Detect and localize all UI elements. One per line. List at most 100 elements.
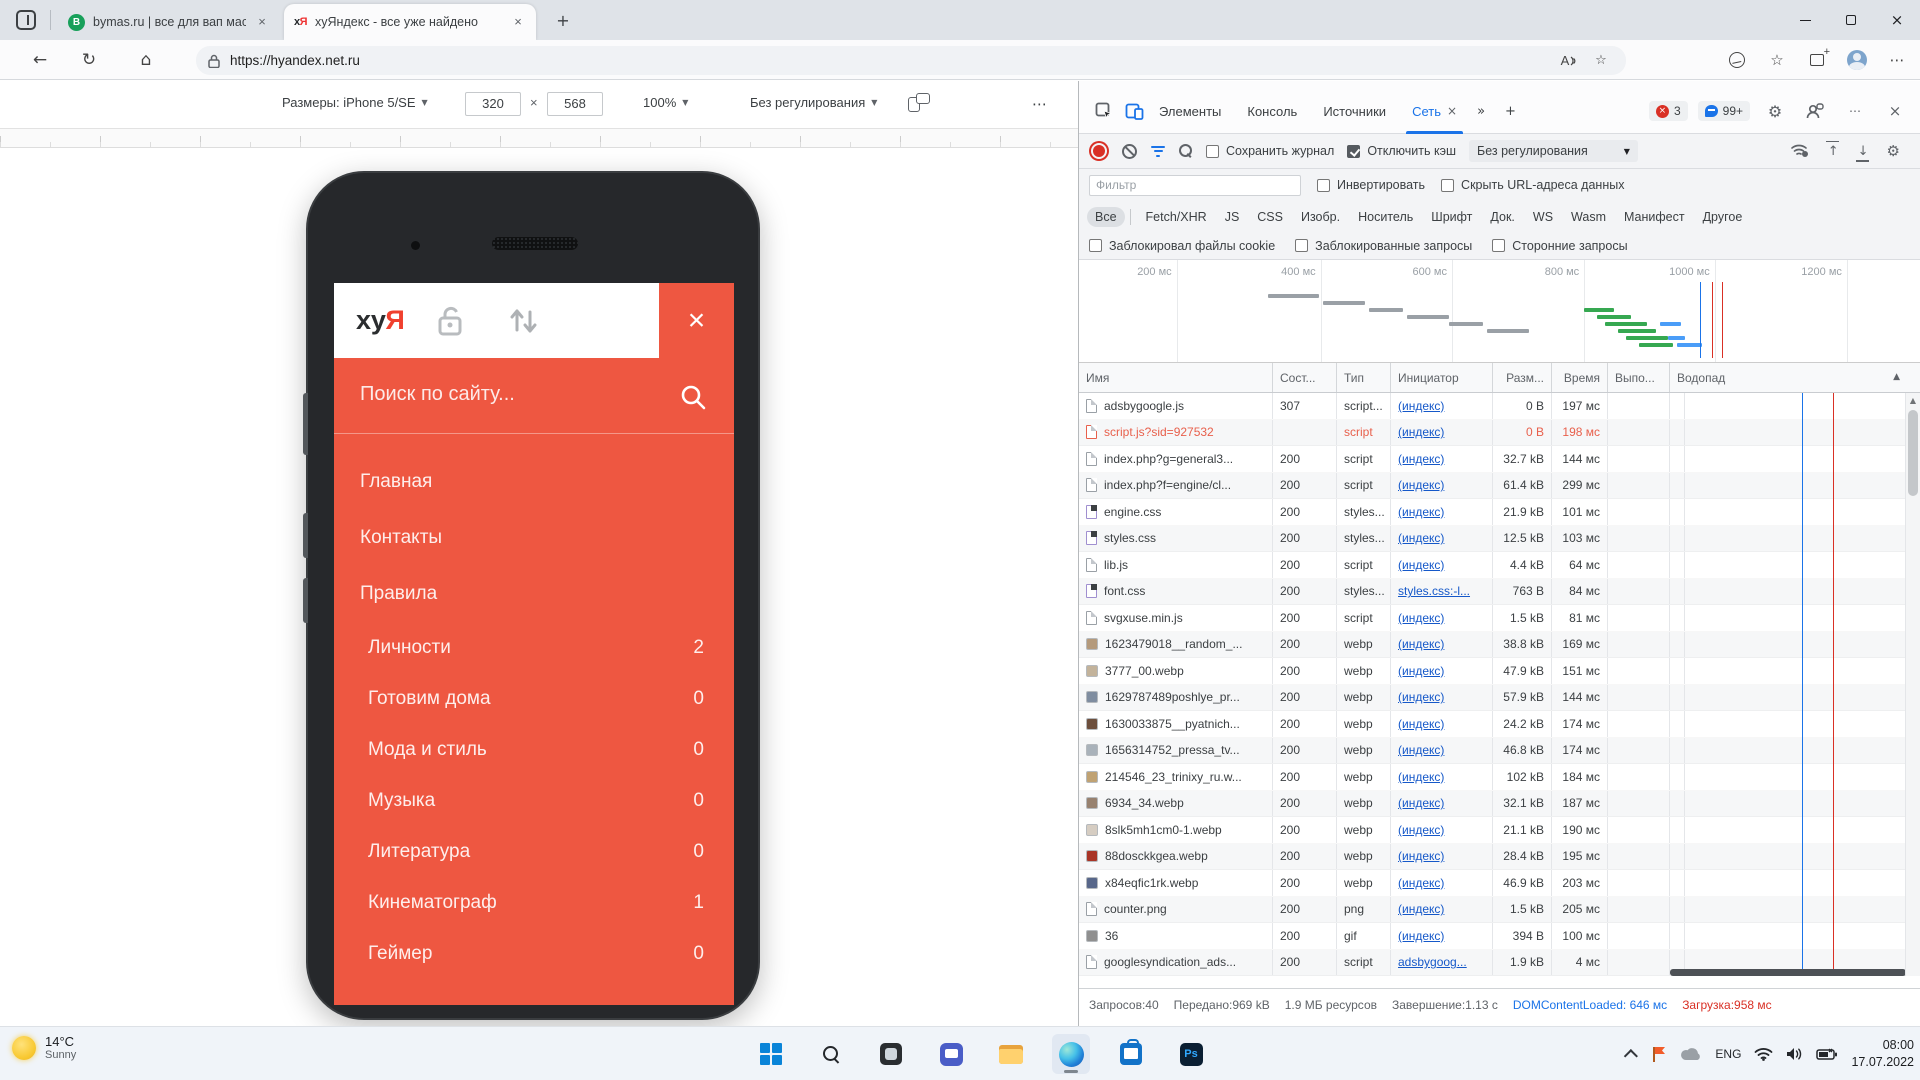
initiator-link[interactable]: (индекс)	[1398, 425, 1444, 439]
invert-filter-checkbox[interactable]: Инвертировать	[1317, 178, 1425, 192]
back-button[interactable]: ←	[26, 47, 54, 73]
request-name-cell[interactable]: 214546_23_trinixy_ru.w...	[1079, 764, 1273, 790]
request-name-cell[interactable]: 1629787489poshlye_pr...	[1079, 685, 1273, 711]
type-filter-5[interactable]: Носитель	[1350, 207, 1421, 227]
request-name-cell[interactable]: 1623479018__random_...	[1079, 632, 1273, 658]
tab-close-icon[interactable]: ×	[510, 14, 526, 30]
tab-close-icon[interactable]: ×	[254, 14, 270, 30]
menu-item[interactable]: Готовим дома0	[334, 673, 734, 724]
record-network-icon[interactable]	[1093, 145, 1105, 157]
column-status[interactable]: Сост...	[1273, 363, 1337, 392]
language-indicator[interactable]: ENG	[1715, 1047, 1741, 1061]
inspect-element-icon[interactable]	[1089, 97, 1119, 125]
type-filter-2[interactable]: JS	[1217, 207, 1248, 227]
home-button[interactable]: ⌂	[132, 47, 160, 73]
initiator-link[interactable]: (индекс)	[1398, 796, 1444, 810]
edge-button[interactable]	[1052, 1034, 1090, 1074]
request-row[interactable]: 1629787489poshlye_pr...200webp(индекс)57…	[1079, 685, 1920, 712]
issues-badge[interactable]: 99+	[1698, 101, 1750, 121]
request-row[interactable]: font.css200styles...styles.css:-l...763 …	[1079, 579, 1920, 606]
request-row[interactable]: 3777_00.webp200webp(индекс)47.9 kB151 мс	[1079, 658, 1920, 685]
initiator-link[interactable]: (индекс)	[1398, 399, 1444, 413]
request-row[interactable]: counter.png200png(индекс)1.5 kB205 мс	[1079, 897, 1920, 924]
file-explorer-button[interactable]	[992, 1034, 1030, 1074]
menu-item[interactable]: Музыка0	[334, 775, 734, 826]
onedrive-cloud-icon[interactable]	[1680, 1047, 1702, 1061]
request-name-cell[interactable]: styles.css	[1079, 526, 1273, 552]
request-name-cell[interactable]: 1656314752_pressa_tv...	[1079, 738, 1273, 764]
start-button[interactable]	[752, 1034, 790, 1074]
type-filter-all[interactable]: Все	[1087, 207, 1125, 227]
browser-tab-bymas[interactable]: B bymas.ru | все для вап мастера ×	[58, 4, 280, 40]
column-size[interactable]: Разм...	[1493, 363, 1552, 392]
devtools-settings-icon[interactable]: ⚙	[1760, 97, 1790, 125]
device-selector[interactable]: Размеры: iPhone 5/SE▼	[282, 95, 428, 110]
favorites-icon[interactable]: ☆	[1764, 47, 1790, 73]
menu-close-button[interactable]: ×	[659, 283, 734, 358]
waterfall-scroll-thumb[interactable]	[1670, 969, 1906, 976]
request-row[interactable]: script.js?sid=927532script(индекс)0 B198…	[1079, 420, 1920, 447]
request-name-cell[interactable]: engine.css	[1079, 499, 1273, 525]
store-button[interactable]	[1112, 1034, 1150, 1074]
menu-item[interactable]: Кинематограф1	[334, 877, 734, 928]
request-row[interactable]: 1656314752_pressa_tv...200webp(индекс)46…	[1079, 738, 1920, 765]
request-row[interactable]: 6934_34.webp200webp(индекс)32.1 kB187 мс	[1079, 791, 1920, 818]
blocked-filter-checkbox-0[interactable]: Заблокировал файлы cookie	[1089, 239, 1275, 253]
initiator-link[interactable]: (индекс)	[1398, 637, 1444, 651]
viewport-width-input[interactable]: 320	[465, 92, 521, 116]
tab-network-close-icon[interactable]: ×	[1447, 104, 1457, 118]
tab-sources[interactable]: Источники	[1313, 89, 1402, 134]
request-row[interactable]: x84eqfic1rk.webp200webp(индекс)46.9 kB20…	[1079, 870, 1920, 897]
request-name-cell[interactable]: 3777_00.webp	[1079, 658, 1273, 684]
photoshop-button[interactable]: Ps	[1172, 1034, 1210, 1074]
initiator-link[interactable]: styles.css:-l...	[1398, 584, 1470, 598]
column-done[interactable]: Выпо...	[1608, 363, 1670, 392]
type-filter-7[interactable]: Док.	[1482, 207, 1523, 227]
collections-icon[interactable]	[1804, 47, 1830, 73]
request-name-cell[interactable]: 8slk5mh1cm0-1.webp	[1079, 817, 1273, 843]
initiator-link[interactable]: (индекс)	[1398, 849, 1444, 863]
request-name-cell[interactable]: 1630033875__pyatnich...	[1079, 711, 1273, 737]
tab-network[interactable]: Сеть×	[1402, 89, 1467, 134]
request-name-cell[interactable]: svgxuse.min.js	[1079, 605, 1273, 631]
initiator-link[interactable]: (индекс)	[1398, 505, 1444, 519]
initiator-link[interactable]: (индекс)	[1398, 929, 1444, 943]
network-overview[interactable]: 200 мс400 мс600 мс800 мс1000 мс1200 мс	[1079, 260, 1920, 363]
request-name-cell[interactable]: x84eqfic1rk.webp	[1079, 870, 1273, 896]
filter-input[interactable]: Фильтр	[1089, 175, 1301, 196]
devtools-more-icon[interactable]: ⋯	[1840, 97, 1870, 125]
request-name-cell[interactable]: counter.png	[1079, 897, 1273, 923]
settings-menu-icon[interactable]: ⋯	[1884, 47, 1910, 73]
column-name[interactable]: Имя	[1079, 363, 1273, 392]
request-name-cell[interactable]: googlesyndication_ads...	[1079, 950, 1273, 976]
minimize-button[interactable]	[1782, 0, 1828, 40]
request-row[interactable]: lib.js200script(индекс)4.4 kB64 мс	[1079, 552, 1920, 579]
initiator-link[interactable]: (индекс)	[1398, 690, 1444, 704]
add-panel-icon[interactable]: +	[1495, 89, 1526, 134]
clear-network-icon[interactable]	[1122, 144, 1137, 159]
request-row[interactable]: index.php?f=engine/cl...200script(индекс…	[1079, 473, 1920, 500]
add-favorite-icon[interactable]: ☆	[1588, 50, 1614, 72]
initiator-link[interactable]: (индекс)	[1398, 743, 1444, 757]
network-conditions-icon[interactable]	[1790, 142, 1810, 161]
menu-item[interactable]: Правила	[334, 566, 734, 622]
hide-data-urls-checkbox[interactable]: Скрыть URL-адреса данных	[1441, 178, 1624, 192]
tab-console[interactable]: Консоль	[1237, 89, 1313, 134]
menu-item[interactable]: Контакты	[334, 510, 734, 566]
unlock-icon[interactable]	[433, 305, 467, 337]
blocked-filter-checkbox-2[interactable]: Сторонние запросы	[1492, 239, 1627, 253]
more-tabs-icon[interactable]: »	[1467, 89, 1495, 134]
filter-icon[interactable]	[1150, 146, 1166, 157]
initiator-link[interactable]: (индекс)	[1398, 452, 1444, 466]
refresh-button[interactable]: ↻	[75, 47, 103, 73]
request-row[interactable]: 214546_23_trinixy_ru.w...200webp(индекс)…	[1079, 764, 1920, 791]
initiator-link[interactable]: (индекс)	[1398, 770, 1444, 784]
import-har-icon[interactable]: ↑	[1827, 142, 1840, 161]
request-row[interactable]: engine.css200styles...(индекс)21.9 kB101…	[1079, 499, 1920, 526]
search-icon[interactable]	[680, 384, 706, 410]
menu-item[interactable]: Мода и стиль0	[334, 724, 734, 775]
column-time[interactable]: Время	[1552, 363, 1608, 392]
network-settings-icon[interactable]: ⚙	[1887, 142, 1900, 160]
menu-item[interactable]: Литература0	[334, 826, 734, 877]
request-name-cell[interactable]: 36	[1079, 923, 1273, 949]
